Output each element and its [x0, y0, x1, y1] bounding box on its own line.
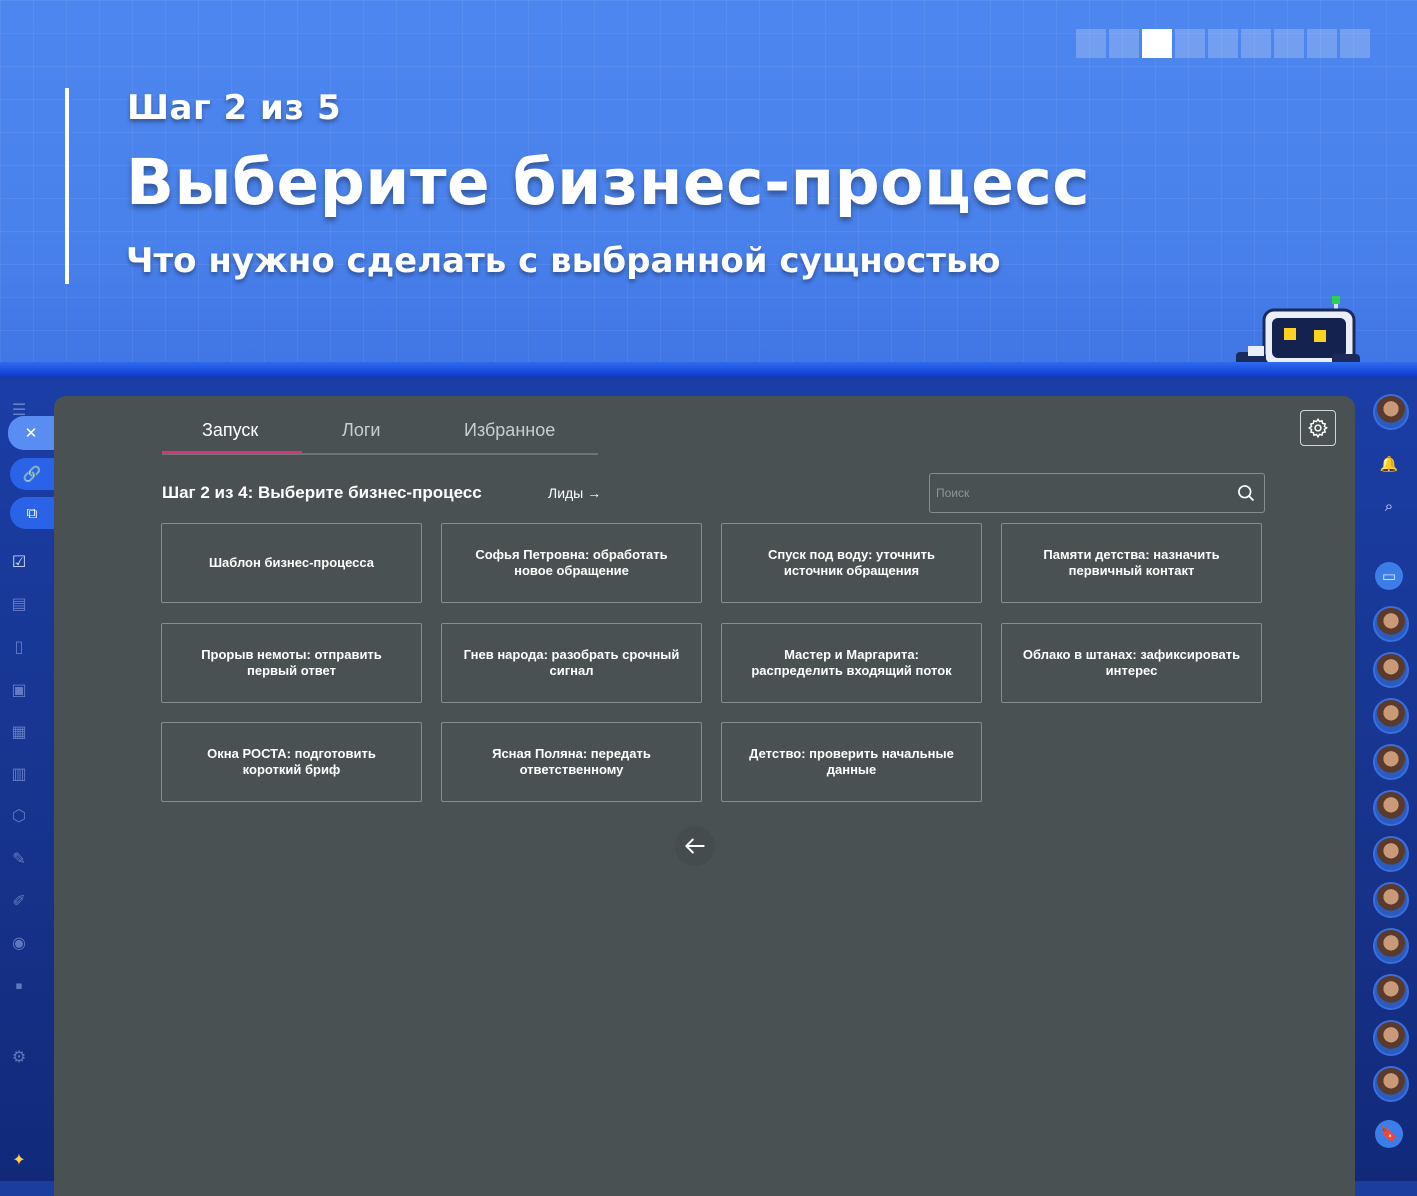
- close-slider-button[interactable]: ✕: [8, 416, 54, 450]
- progress-segment: [1076, 29, 1106, 58]
- contact-avatar[interactable]: [1373, 698, 1409, 734]
- settings-button[interactable]: [1300, 410, 1336, 446]
- user-avatar[interactable]: [1373, 394, 1409, 430]
- bookmark-icon[interactable]: 🔖: [1375, 1120, 1403, 1148]
- process-card[interactable]: Ясная Поляна: передать ответственному: [441, 722, 702, 802]
- process-card[interactable]: Гнев народа: разобрать срочный сигнал: [441, 623, 702, 703]
- tasks-icon[interactable]: ☑: [9, 552, 29, 572]
- contact-avatar[interactable]: [1373, 928, 1409, 964]
- banner-subtitle: Что нужно сделать с выбранной сущностью: [126, 241, 1001, 281]
- progress-segment-active: [1142, 29, 1172, 58]
- contact-avatar[interactable]: [1373, 836, 1409, 872]
- open-new-window-button[interactable]: ⧉: [10, 497, 54, 529]
- entity-link[interactable]: Лиды →: [548, 485, 601, 501]
- star-assistant-icon[interactable]: ✦: [9, 1150, 29, 1170]
- progress-segment: [1208, 29, 1238, 58]
- banner-accent-line: [65, 88, 69, 284]
- external-link-icon: ⧉: [26, 504, 38, 522]
- progress-segment: [1307, 29, 1337, 58]
- contact-avatar[interactable]: [1373, 790, 1409, 826]
- back-button[interactable]: [675, 826, 715, 866]
- mcp-icon[interactable]: ▪: [9, 976, 29, 996]
- process-card[interactable]: Памяти детства: назначить первичный конт…: [1001, 523, 1262, 603]
- process-card[interactable]: Шаблон бизнес-процесса: [161, 523, 422, 603]
- process-card[interactable]: Окна РОСТА: подготовить короткий бриф: [161, 722, 422, 802]
- search-icon[interactable]: [1236, 483, 1256, 503]
- contact-avatar[interactable]: [1373, 882, 1409, 918]
- calendar-icon[interactable]: ▦: [9, 722, 29, 742]
- tab-launch[interactable]: Запуск: [202, 420, 258, 441]
- chat-icon[interactable]: ▭: [1375, 562, 1403, 590]
- contact-avatar[interactable]: [1373, 974, 1409, 1010]
- contact-avatar[interactable]: [1373, 1066, 1409, 1102]
- banner-bottom-stripe: [0, 362, 1417, 378]
- search-input[interactable]: [934, 480, 1228, 506]
- promo-banner: Шаг 2 из 5 Выберите бизнес-процесс Что н…: [0, 0, 1417, 378]
- contact-avatar[interactable]: [1373, 652, 1409, 688]
- process-card[interactable]: Спуск под воду: уточнить источник обраще…: [721, 523, 982, 603]
- tab-logs[interactable]: Логи: [342, 420, 380, 441]
- copy-link-button[interactable]: 🔗: [10, 458, 54, 490]
- banner-title: Выберите бизнес-процесс: [126, 146, 1091, 219]
- progress-segment: [1109, 29, 1139, 58]
- process-card[interactable]: Мастер и Маргарита: распределить входящи…: [721, 623, 982, 703]
- process-card[interactable]: Прорыв немоты: отправить первый ответ: [161, 623, 422, 703]
- hexagon-icon[interactable]: ⬡: [9, 806, 29, 826]
- tab-favorites[interactable]: Избранное: [464, 420, 555, 441]
- pen-icon[interactable]: ✐: [9, 891, 29, 911]
- progress-segment: [1241, 29, 1271, 58]
- banner-step-label: Шаг 2 из 5: [127, 88, 342, 128]
- contact-avatar[interactable]: [1373, 1020, 1409, 1056]
- right-rail: 🔔 ⌕ ▭ 🔖: [1357, 380, 1417, 1181]
- bell-icon[interactable]: 🔔: [1375, 450, 1403, 478]
- tab-bar: Запуск Логи Избранное: [162, 412, 598, 455]
- business-process-panel: Запуск Логи Избранное Шаг 2 из 4: Выбери…: [54, 396, 1355, 1196]
- monitor-icon[interactable]: ▣: [9, 680, 29, 700]
- gear-icon: [1307, 417, 1328, 439]
- process-card[interactable]: Детство: проверить начальные данные: [721, 722, 982, 802]
- step-heading: Шаг 2 из 4: Выберите бизнес-процесс: [162, 483, 482, 502]
- settings-nav-icon[interactable]: ⚙: [9, 1047, 29, 1067]
- active-tab-indicator: [162, 451, 302, 454]
- file-edit-icon[interactable]: ✎: [9, 849, 29, 869]
- arrow-left-icon: [685, 838, 705, 854]
- progress-segment: [1340, 29, 1370, 58]
- search-field[interactable]: [929, 473, 1265, 513]
- contact-avatar[interactable]: [1373, 606, 1409, 642]
- building-icon[interactable]: ▤: [9, 594, 29, 614]
- process-card[interactable]: Софья Петровна: обработать новое обращен…: [441, 523, 702, 603]
- document-icon[interactable]: ▯: [9, 637, 29, 657]
- link-icon: 🔗: [22, 465, 42, 483]
- close-icon: ✕: [24, 424, 38, 442]
- left-sidebar: ☰ ✕ 🔗 ⧉ ☑ ▤ ▯ ▣ ▦ ▥ ⬡ ✎ ✐ ◉ ▪ ⚙ ✦: [0, 380, 54, 1181]
- progress-segment: [1175, 29, 1205, 58]
- progress-segment: [1274, 29, 1304, 58]
- contact-avatar[interactable]: [1373, 744, 1409, 780]
- bar-chart-icon[interactable]: ▥: [9, 764, 29, 784]
- process-card[interactable]: Облако в штанах: зафиксировать интерес: [1001, 623, 1262, 703]
- robot-icon[interactable]: ◉: [9, 933, 29, 953]
- search-chat-icon[interactable]: ⌕: [1375, 492, 1403, 520]
- step-progress: [1076, 29, 1370, 58]
